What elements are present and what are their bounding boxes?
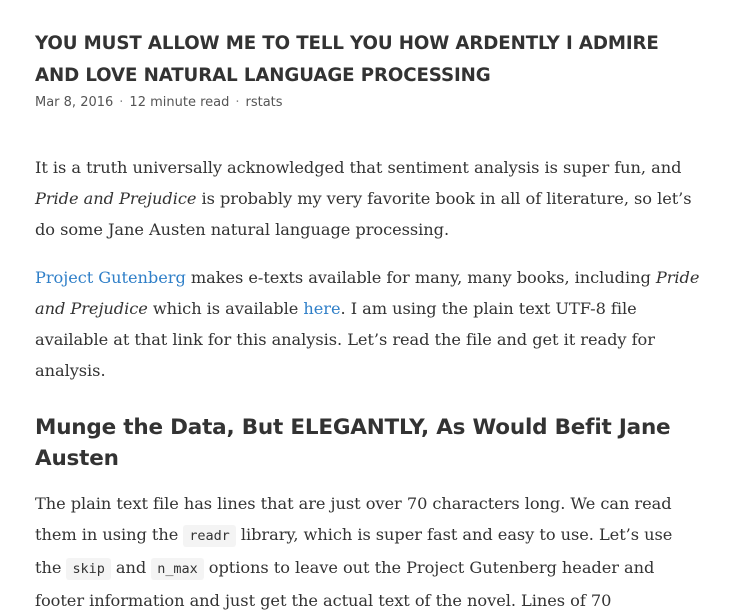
here-link[interactable]: here (303, 299, 340, 318)
project-gutenberg-link[interactable]: Project Gutenberg (35, 268, 186, 287)
post-meta: Mar 8, 2016 · 12 minute read · rstats (35, 94, 700, 112)
munge-paragraph: The plain text file has lines that are j… (35, 488, 700, 616)
text-span: makes e-texts available for many, many b… (185, 268, 656, 287)
intro-paragraph: It is a truth universally acknowledged t… (35, 152, 700, 245)
text-span: It is a truth universally acknowledged t… (35, 158, 682, 177)
section-heading: Munge the Data, But ELEGANTLY, As Would … (35, 415, 671, 471)
post-tag: rstats (245, 95, 283, 110)
inline-code-readr: readr (183, 525, 236, 547)
text-span: and (110, 558, 152, 577)
inline-code-n-max: n_max (151, 558, 204, 580)
post-date: Mar 8, 2016 (35, 95, 114, 110)
meta-separator: · (119, 95, 124, 110)
read-time: 12 minute read (129, 95, 230, 110)
book-title-emphasis: Pride and Prejudice (35, 189, 197, 208)
text-span: which is available (147, 299, 304, 318)
gutenberg-paragraph: Project Gutenberg makes e-texts availabl… (35, 262, 700, 386)
post-title: YOU MUST ALLOW ME TO TELL YOU HOW ARDENT… (35, 33, 659, 86)
inline-code-skip: skip (66, 558, 111, 580)
article: YOU MUST ALLOW ME TO TELL YOU HOW ARDENT… (35, 28, 700, 616)
meta-separator: · (235, 95, 240, 110)
